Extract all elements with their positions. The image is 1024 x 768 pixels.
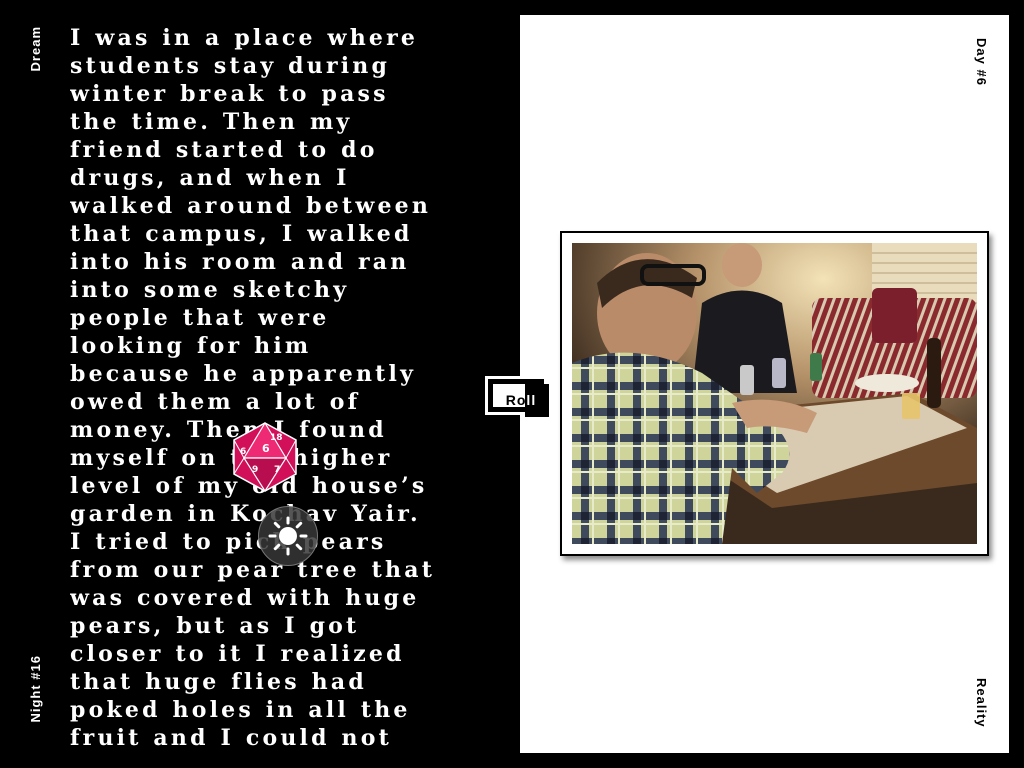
app-root: Dream Night #16 I was in a place where s… [0, 0, 1024, 768]
brightness-toggle-button[interactable] [258, 506, 318, 566]
reality-label: Reality [974, 678, 989, 728]
dream-label: Dream [28, 26, 43, 72]
dream-text[interactable]: I was in a place where students stay dur… [70, 24, 450, 768]
day-number-label: Day #6 [974, 38, 989, 86]
roll-button[interactable]: Roll [485, 376, 549, 417]
reality-photo[interactable] [572, 243, 977, 544]
roll-button-label: Roll [505, 392, 537, 408]
photo-frame[interactable] [560, 231, 989, 556]
dice-face-top: 18 [270, 433, 283, 443]
dice-face-left: 6 [240, 447, 246, 457]
dice-face-center: 6 [262, 442, 270, 455]
dice-graphic: 18 6 6 9 7 [233, 421, 297, 493]
photo-image [572, 243, 977, 544]
dice-face-bottom-left: 9 [252, 465, 258, 475]
d20-dice-icon[interactable]: 18 6 6 9 7 [228, 420, 302, 494]
night-number-label: Night #16 [28, 655, 43, 723]
roll-button-face: Roll [491, 382, 549, 417]
dice-face-bottom-right: 7 [274, 465, 280, 475]
sun-icon [268, 516, 308, 556]
